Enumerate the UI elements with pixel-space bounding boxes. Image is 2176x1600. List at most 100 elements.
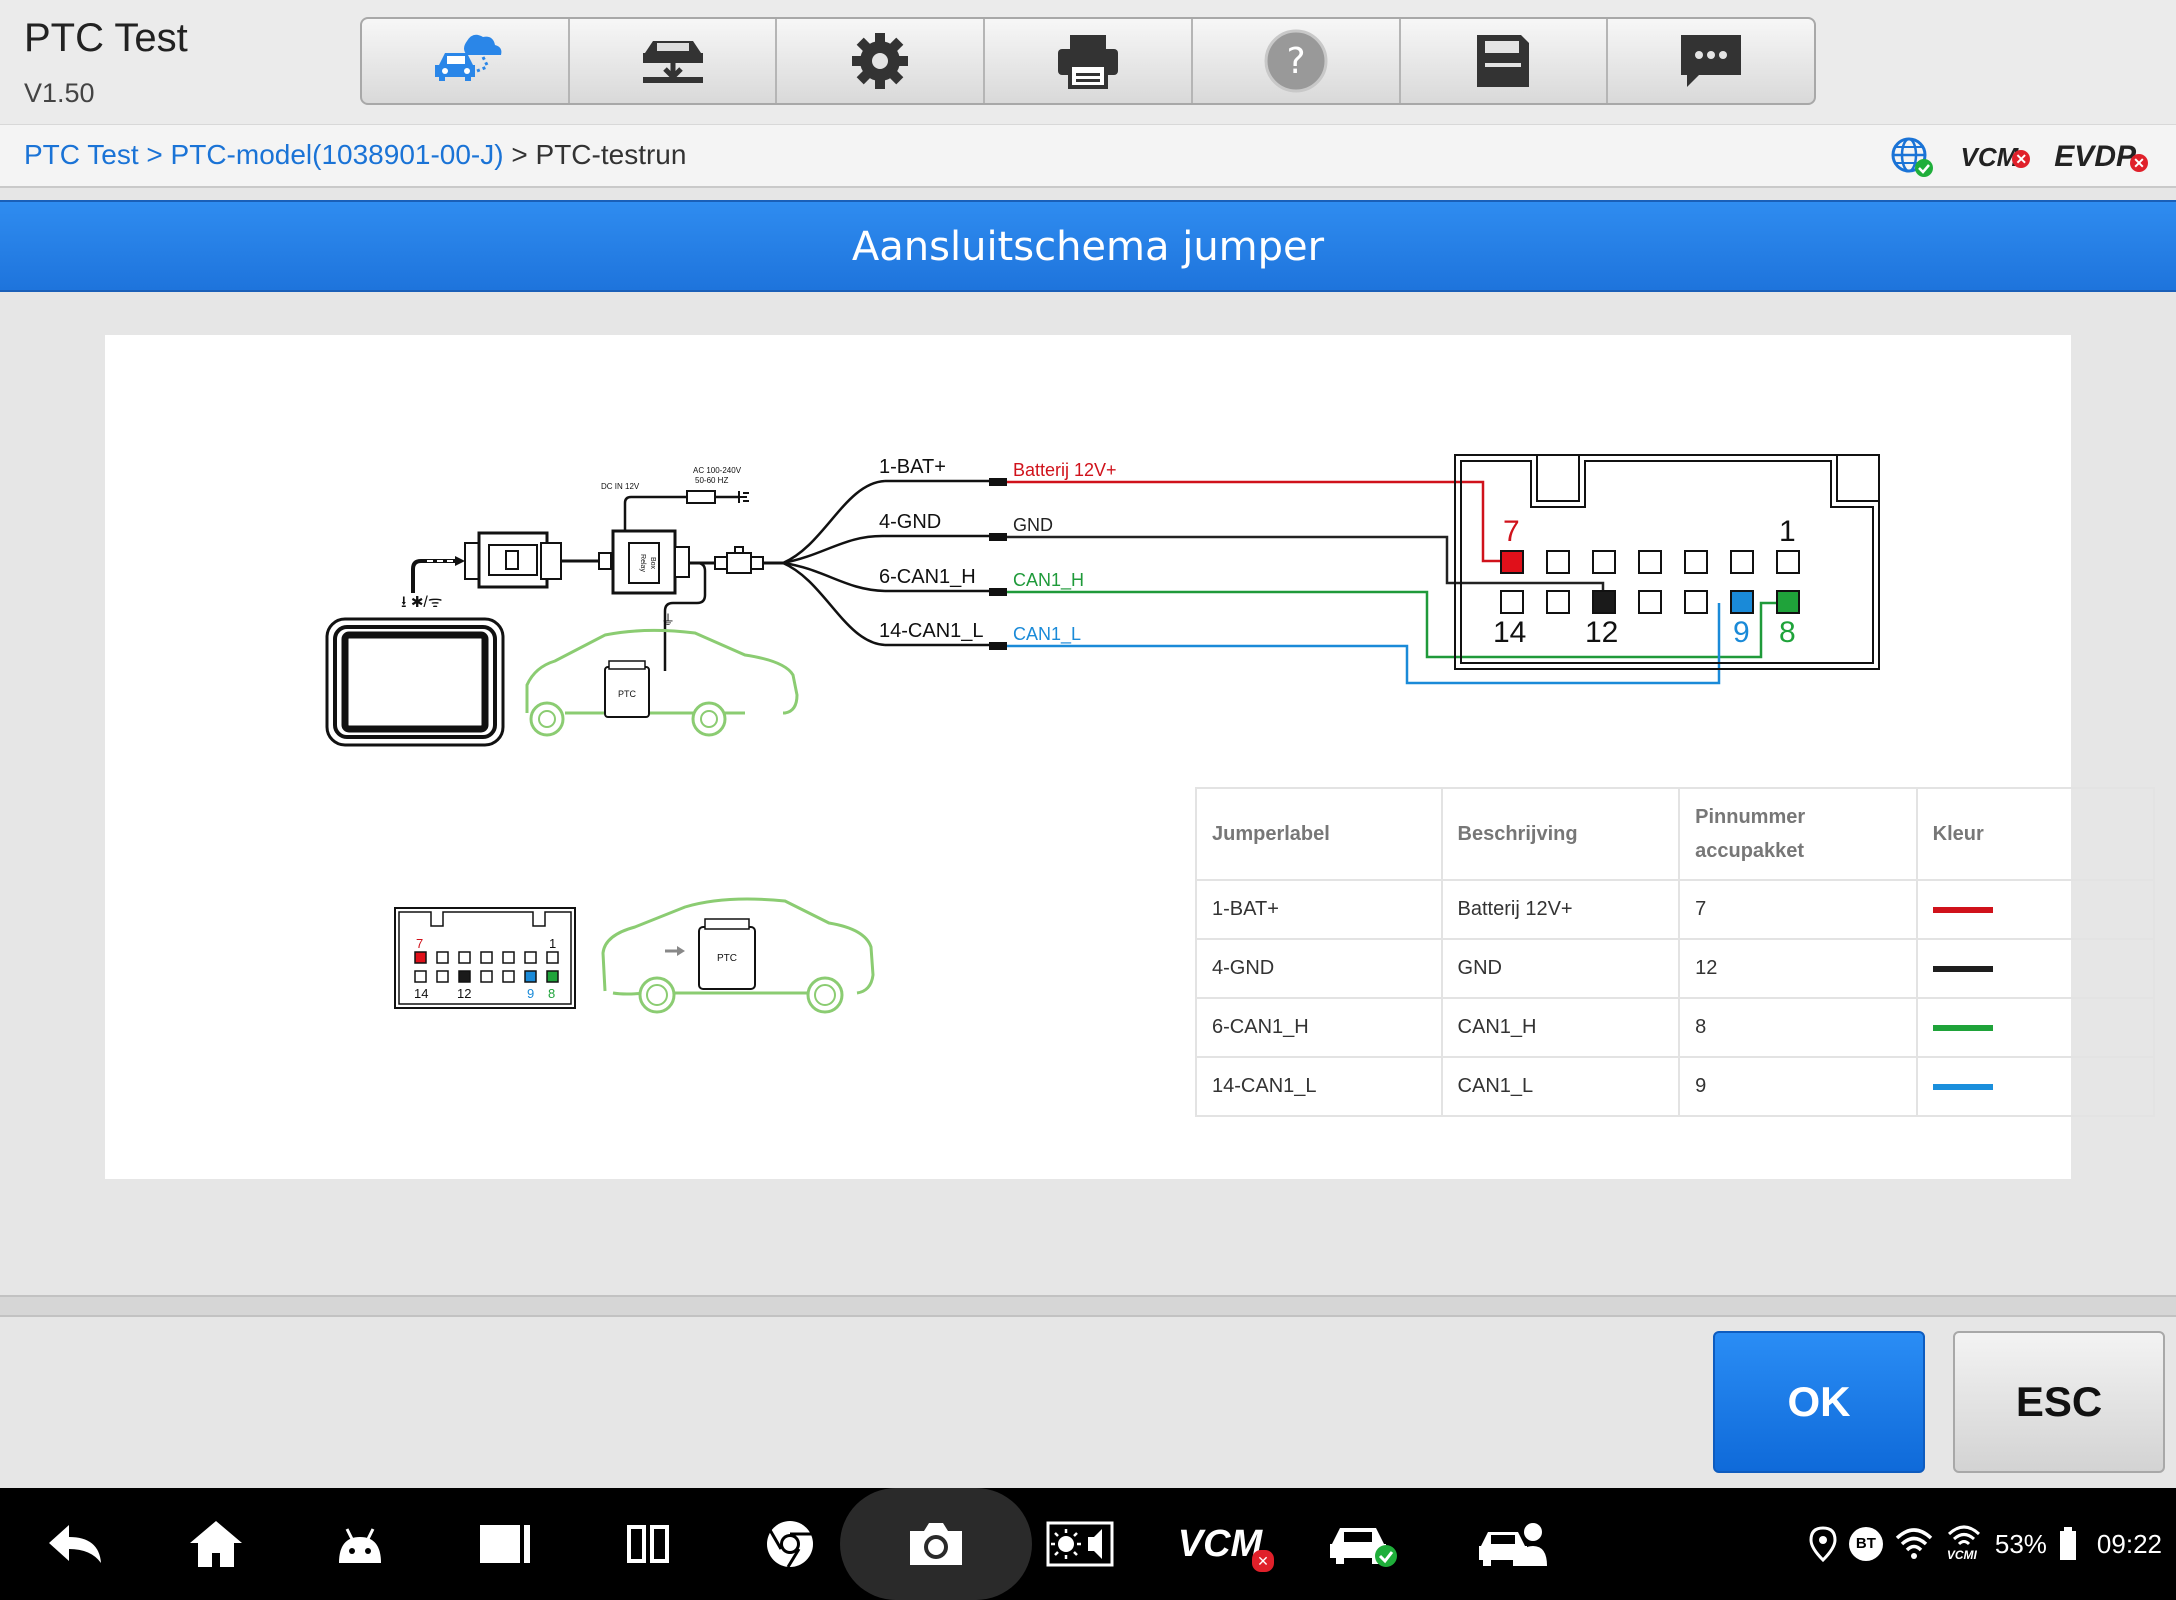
bluetooth-badge: BT	[1848, 1527, 1883, 1561]
wiring-diagram-panel: ⭳ ✱/ᯤ Relay Box DC IN 12V AC 100-240V 50	[105, 335, 2156, 1179]
wire-desc: GND	[1013, 515, 1053, 535]
save-icon	[1477, 35, 1530, 87]
clock: 09:22	[2096, 1528, 2162, 1559]
cell-color	[1915, 997, 2156, 1058]
pin-number: 8	[548, 986, 555, 1001]
cell-label: 4-GND	[1195, 938, 1443, 999]
remote-expert-nav-button[interactable]	[1476, 1488, 1548, 1600]
disconnected-icon: ✕	[1252, 1550, 1274, 1572]
breadcrumb-bar: PTC Test > PTC-model(1038901-00-J) > PTC…	[0, 124, 2176, 188]
cell-pin: 12	[1678, 938, 1918, 999]
color-swatch	[1932, 1083, 1993, 1090]
cell-description: CAN1_L	[1440, 1056, 1681, 1117]
jumper-table: Jumperlabel Beschrijving Pinnummer accupa…	[1195, 787, 2156, 1117]
cell-description: GND	[1440, 938, 1681, 999]
home-button[interactable]	[184, 1488, 248, 1600]
vehicle-lift-icon	[642, 41, 703, 83]
pin-number: 14	[414, 986, 428, 1001]
table-row: 4-GND GND 12	[1195, 938, 2156, 999]
pin-number: 14	[1493, 616, 1526, 649]
help-icon: ?	[1264, 29, 1328, 93]
vci-box-icon	[464, 531, 562, 589]
system-navbar: VCM ✕ BT VCMI 53% 09:22	[0, 1488, 2176, 1600]
cell-description: CAN1_H	[1440, 997, 1681, 1058]
browser-button[interactable]	[762, 1488, 818, 1600]
car-technician-icon	[1479, 1523, 1547, 1566]
ptc-box-icon: PTC	[698, 918, 756, 990]
battery-connector-icon: 7 1 14 12 9 8	[1454, 454, 1880, 670]
wifi-icon	[1895, 1528, 1933, 1559]
cell-label: 6-CAN1_H	[1195, 997, 1443, 1058]
vcm-status: VCM ✕	[1960, 141, 2031, 173]
remote-expert-car-icon	[434, 34, 502, 81]
pin-number: 1	[1779, 515, 1796, 548]
wire-label: 1-BAT+	[879, 456, 946, 478]
table-row: 1-BAT+ Batterij 12V+ 7	[1195, 879, 2156, 940]
battery-icon	[2059, 1527, 2076, 1560]
relay-box-label: Relay	[639, 554, 646, 572]
feedback-chat-icon	[1681, 35, 1742, 87]
location-icon	[1809, 1526, 1837, 1562]
vcm-nav-button[interactable]: VCM ✕	[1170, 1488, 1274, 1600]
cell-color	[1915, 938, 2156, 999]
split-screen-button[interactable]	[620, 1488, 676, 1600]
breadcrumb-item-ptc-test[interactable]: PTC Test	[24, 139, 139, 170]
wireless-icon: ⭳ ✱/ᯤ	[401, 594, 442, 611]
tablet-icon	[325, 617, 505, 747]
ptc-label: PTC	[717, 953, 737, 964]
cell-color	[1915, 879, 2156, 940]
wire-desc: CAN1_L	[1013, 624, 1081, 645]
app-header: PTC Test V1.50 ?	[0, 0, 2176, 124]
wire-label: 6-CAN1_H	[879, 566, 976, 588]
cell-pin: 8	[1678, 997, 1918, 1058]
save-button[interactable]	[1401, 19, 1609, 103]
cell-label: 14-CAN1_L	[1195, 1056, 1443, 1117]
pin-number: 7	[416, 936, 423, 951]
pin-number: 9	[1733, 616, 1750, 649]
feedback-button[interactable]	[1608, 19, 1814, 103]
dialog-titlebar: Aansluitschema jumper	[0, 200, 2176, 292]
wire-label: 14-CAN1_L	[879, 620, 984, 642]
cell-color	[1915, 1056, 2156, 1117]
vehicle-lift-button[interactable]	[570, 19, 778, 103]
connection-status: VCM ✕ EVDP ✕	[1889, 135, 2148, 179]
camera-icon	[910, 1523, 962, 1565]
back-button[interactable]	[40, 1488, 110, 1600]
ptc-box-icon: PTC	[604, 660, 650, 718]
settings-button[interactable]	[777, 19, 986, 103]
vcmi-wifi-status: VCMI	[1945, 1524, 1983, 1564]
disconnected-icon: ✕	[2130, 154, 2148, 172]
column-header: Beschrijving	[1440, 787, 1681, 881]
esc-button[interactable]: ESC	[1953, 1331, 2165, 1473]
globe-connected-icon	[1891, 137, 1933, 177]
table-header-row: Jumperlabel Beschrijving Pinnummer accupa…	[1195, 787, 2156, 881]
android-home-button[interactable]	[330, 1488, 390, 1600]
help-button[interactable]: ?	[1193, 19, 1401, 103]
app-title: PTC Test	[24, 16, 188, 60]
table-row: 14-CAN1_L CAN1_L 9	[1195, 1056, 2156, 1117]
relay-box-label: Box	[649, 557, 656, 570]
vehicle-connect-button[interactable]	[1326, 1488, 1400, 1600]
display-settings-button[interactable]	[1044, 1488, 1116, 1600]
print-button[interactable]	[985, 19, 1193, 103]
bluetooth-label: BT	[1855, 1535, 1876, 1552]
breadcrumb-item-ptc-model[interactable]: PTC-model(1038901-00-J)	[171, 139, 504, 170]
color-swatch	[1932, 1024, 1993, 1031]
breadcrumb-separator: >	[138, 139, 171, 170]
connector-thumbnail-icon: 7 1 14 12 9 8	[394, 907, 576, 1009]
remote-expert-button[interactable]	[362, 19, 570, 103]
breadcrumb-item-current: PTC-testrun	[535, 139, 687, 170]
evdp-status: EVDP ✕	[2054, 140, 2148, 174]
ok-button[interactable]: OK	[1713, 1331, 1925, 1473]
home-icon	[190, 1521, 242, 1567]
ac-in-label: AC 100-240V	[693, 466, 742, 475]
pin-number: 7	[1503, 515, 1520, 548]
vcm-label: VCM	[1960, 141, 2019, 172]
column-header-line: accupakket	[1695, 840, 1805, 862]
brightness-volume-icon	[1046, 1521, 1114, 1567]
recent-apps-button[interactable]	[476, 1488, 536, 1600]
pin-number: 12	[1585, 616, 1618, 649]
column-header: Kleur	[1915, 787, 2156, 881]
screenshot-button[interactable]	[840, 1488, 1032, 1600]
vcmi-label: VCMI	[1946, 1548, 1977, 1562]
